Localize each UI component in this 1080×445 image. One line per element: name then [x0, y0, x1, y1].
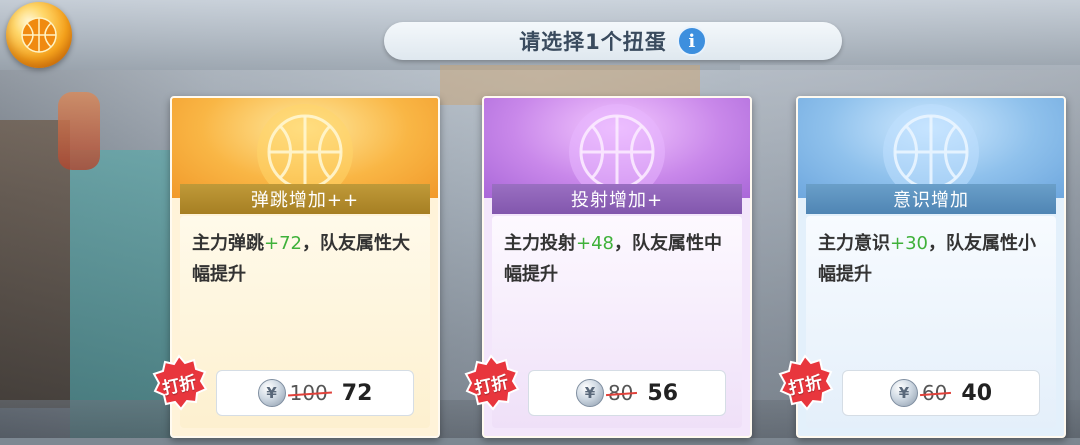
card-label: 投射增加+: [492, 184, 742, 214]
coin-icon: ¥: [575, 379, 604, 407]
gacha-card-3[interactable]: 意识增加 主力意识+30，队友属性小幅提升 ¥ 60 40: [796, 96, 1066, 438]
price-button[interactable]: ¥ 100 72: [216, 370, 414, 416]
original-price: 60: [921, 381, 948, 405]
card-label: 弹跳增加++: [180, 184, 430, 214]
stat-bonus: +48: [576, 233, 614, 254]
page-title: 请选择1个扭蛋: [519, 30, 667, 54]
coin-icon: ¥: [257, 379, 286, 407]
info-icon[interactable]: i: [676, 26, 707, 56]
discount-price: 40: [961, 380, 993, 406]
price-button[interactable]: ¥ 60 40: [842, 370, 1040, 416]
discount-badge: 打折: [776, 354, 834, 412]
stat-bonus: +30: [890, 233, 928, 254]
title-banner: 请选择1个扭蛋 i: [384, 22, 842, 60]
card-description: 主力投射+48，队友属性中幅提升: [504, 233, 722, 285]
background-lantern: [58, 92, 100, 170]
coin-icon: ¥: [889, 379, 918, 407]
discount-price: 56: [647, 380, 679, 406]
discount-badge: 打折: [462, 354, 520, 412]
gacha-orb-icon[interactable]: [6, 2, 72, 68]
card-label: 意识增加: [806, 184, 1056, 214]
card-description: 主力意识+30，队友属性小幅提升: [818, 233, 1036, 285]
discount-badge: 打折: [150, 354, 208, 412]
original-price: 100: [289, 381, 328, 405]
discount-price: 72: [341, 380, 373, 406]
gacha-card-1[interactable]: 弹跳增加++ 主力弹跳+72，队友属性大幅提升 ¥ 100 72: [170, 96, 440, 438]
card-description: 主力弹跳+72，队友属性大幅提升: [192, 233, 410, 285]
original-price: 80: [607, 381, 634, 405]
price-button[interactable]: ¥ 80 56: [528, 370, 726, 416]
gacha-card-2[interactable]: 投射增加+ 主力投射+48，队友属性中幅提升 ¥ 80 56: [482, 96, 752, 438]
stat-bonus: +72: [264, 233, 302, 254]
